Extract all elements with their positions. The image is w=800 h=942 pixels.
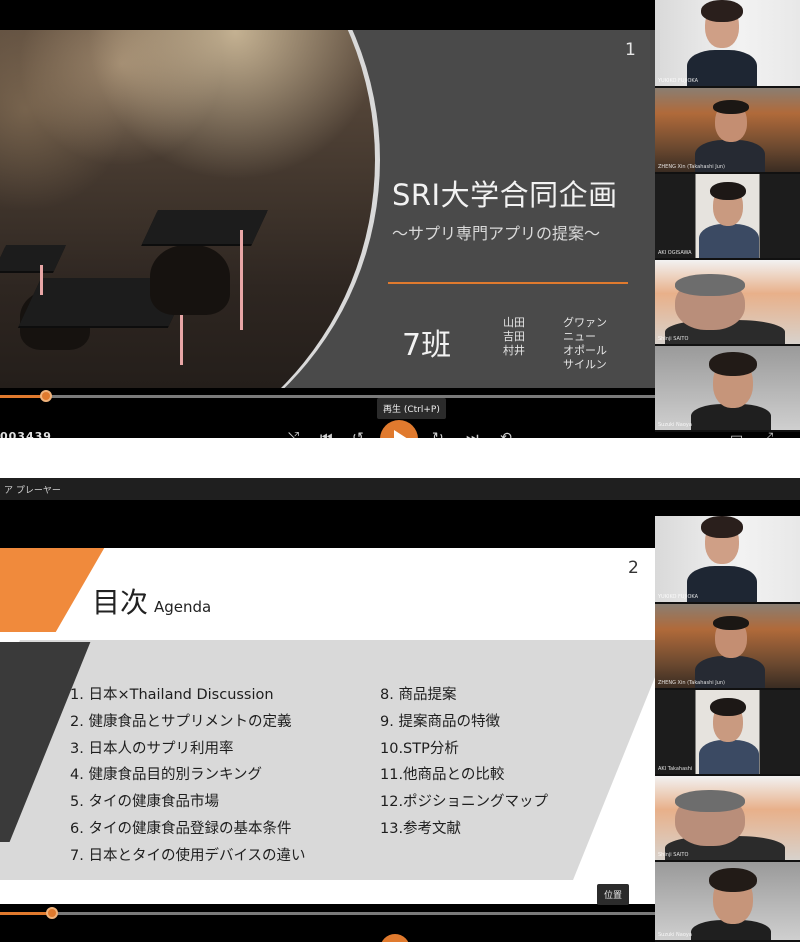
agenda-item: 11.他商品との比較 xyxy=(380,767,505,784)
member-name: グワァン xyxy=(563,316,607,329)
next-icon[interactable]: ⏭ xyxy=(466,430,479,438)
agenda-item: 2. 健康食品とサプリメントの定義 xyxy=(70,713,292,730)
orange-accent xyxy=(0,548,105,632)
slide-2: 2 目次 Agenda 1. 日本×Thailand Discussion 2. … xyxy=(0,548,655,904)
agenda-item: 13.参考文献 xyxy=(380,820,462,837)
slide-number: 1 xyxy=(625,40,636,60)
slide-subtitle: ～サプリ専門アプリの提案～ xyxy=(392,224,601,243)
agenda-item: 12.ポジショニングマップ xyxy=(380,794,549,811)
seek-handle[interactable] xyxy=(46,907,58,919)
participant-tile: ZHENG Xin (Takahashi Jun) xyxy=(655,88,800,174)
agenda-item: 5. タイの健康食品市場 xyxy=(70,794,219,811)
participant-name: Suzuki Naoya xyxy=(658,932,692,938)
slide-1: 1 SRI大学合同企画 ～サプリ専門アプリの提案～ 7班 山田 吉田 村井 グワ… xyxy=(0,30,655,388)
slide-title: SRI大学合同企画 xyxy=(392,178,618,212)
participant-name: AKI Takahashi xyxy=(658,766,693,772)
participant-tile: AKI OGISAWA xyxy=(655,174,800,260)
agenda-item: 9. 提案商品の特徴 xyxy=(380,713,500,730)
participant-tile: ZHENG Xin (Takahashi Jun) xyxy=(655,604,800,690)
participant-name: ZHENG Xin (Takahashi Jun) xyxy=(658,164,725,170)
member-name: 山田 xyxy=(503,316,525,329)
participant-name: AKI OGISAWA xyxy=(658,250,692,256)
participant-name: Suzuki Naoya xyxy=(658,422,692,428)
repeat-icon[interactable]: ⟲ xyxy=(500,430,512,438)
member-name: サイルン xyxy=(563,358,607,371)
divider-line xyxy=(388,282,628,284)
slide-title: 目次 Agenda xyxy=(92,581,211,621)
participant-tile: Suzuki Naoya xyxy=(655,862,800,942)
participant-name: ZHENG Xin (Takahashi Jun) xyxy=(658,680,725,686)
agenda-item: 4. 健康食品目的別ランキング xyxy=(70,767,263,784)
agenda-item: 3. 日本人のサプリ利用率 xyxy=(70,740,234,757)
seek-bar[interactable] xyxy=(0,912,655,915)
participant-tile: YUKIKO FUJIOKA xyxy=(655,516,800,604)
agenda-item: 6. タイの健康食品登録の基本条件 xyxy=(70,820,292,837)
forward-icon[interactable]: ↻ xyxy=(432,430,444,438)
tassel xyxy=(240,230,243,330)
agenda-item: 7. 日本とタイの使用デバイスの違い xyxy=(70,847,306,864)
slide-number: 2 xyxy=(628,558,639,578)
members-thai: グワァン ニュー オポール サイルン xyxy=(563,316,607,372)
window-titlebar: ア プレーヤー xyxy=(0,478,800,500)
participant-tile: Suzuki Naoya xyxy=(655,346,800,432)
agenda-item: 10.STP分析 xyxy=(380,740,459,757)
rewind-icon[interactable]: ↺ xyxy=(352,430,364,438)
participant-name: Shinji SAITO xyxy=(658,336,689,342)
play-tooltip: 再生 (Ctrl+P) xyxy=(377,398,446,419)
participant-name: YUKIKO FUJIOKA xyxy=(658,78,699,84)
graduate-head xyxy=(150,245,230,315)
mortarboard-cap xyxy=(142,210,268,244)
play-button[interactable] xyxy=(380,420,418,438)
members-japanese: 山田 吉田 村井 xyxy=(503,316,525,358)
agenda-list-left: 1. 日本×Thailand Discussion 2. 健康食品とサプリメント… xyxy=(70,682,306,870)
participant-name: Shinji SAITO xyxy=(658,852,689,858)
member-name: 村井 xyxy=(503,344,525,357)
seek-handle[interactable] xyxy=(40,390,52,402)
window-title: ア プレーヤー xyxy=(4,486,61,496)
agenda-item: 1. 日本×Thailand Discussion xyxy=(70,687,274,703)
group-name: 7班 xyxy=(402,328,452,363)
participant-tile: AKI Takahashi xyxy=(655,690,800,776)
title-ja: 目次 xyxy=(92,586,149,619)
agenda-item: 8. 商品提案 xyxy=(380,687,457,703)
member-name: 吉田 xyxy=(503,330,525,343)
video-player-1: 1 SRI大学合同企画 ～サプリ専門アプリの提案～ 7班 山田 吉田 村井 グワ… xyxy=(0,0,800,438)
participant-tile: Shinji SAITO xyxy=(655,776,800,862)
shuffle-icon[interactable]: ⤭ xyxy=(288,430,299,438)
participant-name: YUKIKO FUJIOKA xyxy=(658,594,699,600)
tassel xyxy=(40,265,43,295)
member-name: ニュー xyxy=(563,330,596,343)
position-button[interactable]: 位置 xyxy=(597,884,630,905)
seek-bar[interactable] xyxy=(0,395,655,398)
seek-bar-progress xyxy=(0,912,52,915)
title-en: Agenda xyxy=(154,598,212,616)
timecode: 003439 xyxy=(0,430,52,438)
member-name: オポール xyxy=(563,344,607,357)
previous-icon[interactable]: ⏮ xyxy=(320,430,333,438)
participant-tile: YUKIKO FUJIOKA xyxy=(655,0,800,88)
agenda-list-right: 8. 商品提案 9. 提案商品の特徴 10.STP分析 11.他商品との比較 1… xyxy=(380,682,548,843)
participant-tile: Shinji SAITO xyxy=(655,260,800,346)
